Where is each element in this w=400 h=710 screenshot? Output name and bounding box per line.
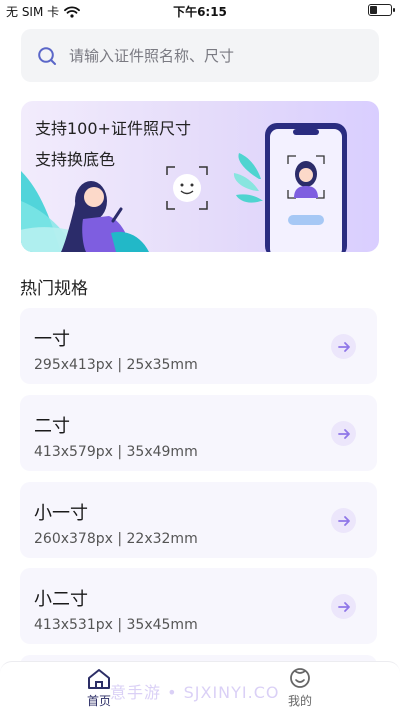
- battery-icon: [368, 4, 395, 16]
- section-title: 热门规格: [20, 279, 88, 299]
- home-icon: [88, 669, 110, 689]
- status-time: 下午6:15: [173, 5, 227, 19]
- spec-name: 小二寸: [34, 589, 88, 610]
- promo-banner[interactable]: 支持100+证件照尺寸 支持换底色: [21, 101, 379, 252]
- spec-size: 260x378px | 22x32mm: [34, 531, 198, 547]
- spec-name: 二寸: [34, 416, 70, 437]
- status-bar: 无 SIM 卡 下午6:15: [0, 0, 400, 20]
- watermark-text: 意手游 • SJXINYI.CO: [110, 683, 280, 702]
- spec-size: 295x413px | 25x35mm: [34, 357, 198, 373]
- arrow-right-icon[interactable]: [331, 334, 356, 359]
- spec-size: 413x579px | 35x49mm: [34, 444, 198, 460]
- search-icon: [38, 46, 56, 65]
- user-icon: [290, 668, 310, 688]
- spec-card[interactable]: 小二寸 413x531px | 35x45mm: [20, 568, 377, 644]
- search-input[interactable]: 请输入证件照名称、尺寸: [69, 45, 234, 66]
- arrow-right-icon[interactable]: [331, 421, 356, 446]
- spec-card[interactable]: 一寸 295x413px | 25x35mm: [20, 308, 377, 384]
- arrow-right-icon[interactable]: [331, 508, 356, 533]
- spec-size: 413x531px | 35x45mm: [34, 617, 198, 633]
- spec-name: 小一寸: [34, 503, 88, 524]
- arrow-right-icon[interactable]: [331, 594, 356, 619]
- spec-name: 一寸: [34, 329, 70, 350]
- search-bar[interactable]: 请输入证件照名称、尺寸: [21, 29, 379, 82]
- spec-card[interactable]: 二寸 413x579px | 35x49mm: [20, 395, 377, 471]
- banner-headline: 支持100+证件照尺寸: [35, 119, 191, 138]
- spec-card[interactable]: 小一寸 260x378px | 22x32mm: [20, 482, 377, 558]
- banner-subline: 支持换底色: [35, 150, 116, 169]
